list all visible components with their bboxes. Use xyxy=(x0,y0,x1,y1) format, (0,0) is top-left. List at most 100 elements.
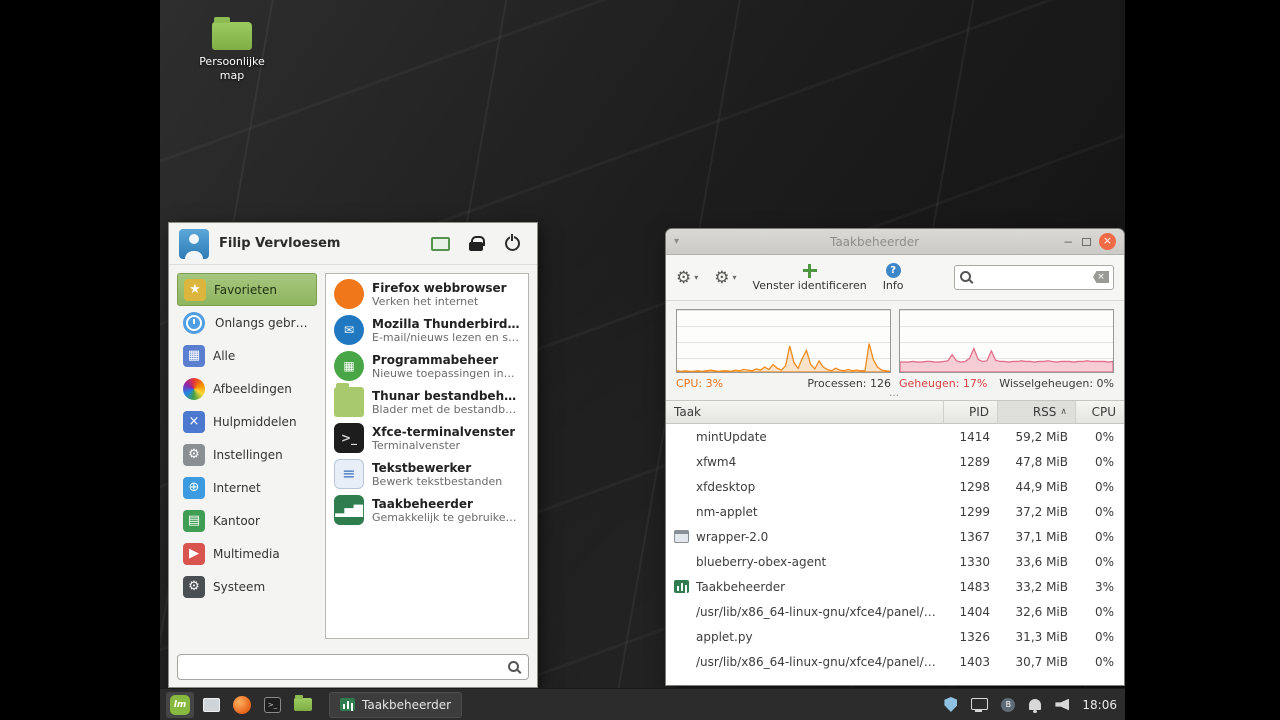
menu-category[interactable]: Onlangs gebruikt xyxy=(177,306,317,339)
process-search: × xyxy=(954,265,1114,290)
notifications-bell-icon[interactable] xyxy=(1029,699,1042,713)
process-row[interactable]: /usr/lib/x86_64-linux-gnu/xfce4/panel/wr… xyxy=(666,599,1124,624)
process-rss: 59,2 MiB xyxy=(1015,429,1068,444)
process-rss: 30,7 MiB xyxy=(1015,654,1068,669)
process-row[interactable]: mintUpdate 1414 59,2 MiB 0% xyxy=(666,424,1124,449)
menu-category[interactable]: ▤ Kantoor xyxy=(177,504,317,537)
maximize-icon xyxy=(1081,237,1091,246)
app-title: Mozilla Thunderbird e-mail/nieu… xyxy=(372,316,520,331)
menu-category[interactable]: × Hulpmiddelen xyxy=(177,405,317,438)
process-name: blueberry-obex-agent xyxy=(696,554,827,569)
process-cpu: 0% xyxy=(1094,479,1114,494)
search-icon xyxy=(960,271,973,284)
process-row[interactable]: xfwm4 1289 47,8 MiB 0% xyxy=(666,449,1124,474)
logout-button[interactable] xyxy=(497,229,527,259)
menu-app-item[interactable]: Thunar bestandbeheerder Blader met de be… xyxy=(328,383,526,420)
menu-category[interactable]: Afbeeldingen xyxy=(177,372,317,405)
menu-category-list: ★ Favorieten Onlangs gebruikt ▦ Alle Afb… xyxy=(177,273,317,639)
menu-category[interactable]: ▦ Alle xyxy=(177,339,317,372)
process-row[interactable]: /usr/lib/x86_64-linux-gnu/xfce4/panel/wr… xyxy=(666,649,1124,674)
column-header-pid[interactable]: PID xyxy=(944,401,998,423)
category-label: Internet xyxy=(213,480,261,495)
show-desktop-button[interactable] xyxy=(199,692,224,718)
titlebar[interactable]: ▾ Taakbeheerder − × xyxy=(666,229,1124,255)
process-rss: 47,8 MiB xyxy=(1015,454,1068,469)
network-icon[interactable] xyxy=(971,697,989,712)
pane-splitter-handle[interactable]: … xyxy=(666,389,1124,400)
desktop-icon-home[interactable]: Persoonlijke map xyxy=(193,17,271,83)
firefox-launcher[interactable] xyxy=(229,692,255,718)
menu-app-item[interactable]: ✉ Mozilla Thunderbird e-mail/nieu… E-mai… xyxy=(328,312,526,348)
app-title: Taakbeheerder xyxy=(372,496,473,511)
app-title: Firefox webbrowser xyxy=(372,280,507,295)
terminal-icon: >_ xyxy=(264,696,281,713)
process-row[interactable]: blueberry-obex-agent 1330 33,6 MiB 0% xyxy=(666,549,1124,574)
app-icon: ▂▅▇ xyxy=(334,495,364,525)
process-row[interactable]: xfdesktop 1298 44,9 MiB 0% xyxy=(666,474,1124,499)
menu-app-list: Firefox webbrowser Verken het internet ✉… xyxy=(325,273,529,639)
process-name: Taakbeheerder xyxy=(696,579,786,594)
bluetooth-icon[interactable]: B xyxy=(1001,697,1016,712)
file-manager-launcher[interactable] xyxy=(290,692,316,718)
process-pid: 1330 xyxy=(959,554,990,569)
process-rss: 31,3 MiB xyxy=(1015,629,1068,644)
menu-category[interactable]: ▶ Multimedia xyxy=(177,537,317,570)
column-header-task[interactable]: Taak xyxy=(666,401,944,423)
settings-display-icon xyxy=(430,236,450,251)
folder-icon xyxy=(294,695,312,711)
menu-button[interactable]: lm xyxy=(166,691,194,718)
process-pid: 1299 xyxy=(959,504,990,519)
menu-app-item[interactable]: ≡ Tekstbewerker Bewerk tekstbestanden xyxy=(328,456,526,492)
taskmanager-icon xyxy=(340,698,355,711)
process-name: nm-applet xyxy=(696,504,758,519)
process-search-input[interactable] xyxy=(954,265,1114,290)
menu-search-input[interactable] xyxy=(177,654,529,680)
close-button[interactable]: × xyxy=(1099,233,1116,250)
app-subtitle: Nieuwe toepassingen installeren xyxy=(372,366,520,380)
user-avatar[interactable] xyxy=(179,228,209,259)
process-row[interactable]: wrapper-2.0 1367 37,1 MiB 0% xyxy=(666,524,1124,549)
menu-app-item[interactable]: >_ Xfce-terminalvenster Terminalvenster xyxy=(328,420,526,456)
screen: Persoonlijke map Filip Vervloesem ★ Favo… xyxy=(0,0,1280,720)
process-row[interactable]: applet.py 1326 31,3 MiB 0% xyxy=(666,624,1124,649)
cpu-usage-label: CPU: 3% xyxy=(676,377,724,390)
maximize-button[interactable] xyxy=(1077,235,1095,249)
process-row[interactable]: Taakbeheerder 1483 33,2 MiB 3% xyxy=(666,574,1124,599)
menu-category[interactable]: ⚙ Systeem xyxy=(177,570,317,603)
menu-app-item[interactable]: ▦ Programmabeheer Nieuwe toepassingen in… xyxy=(328,348,526,384)
menu-category[interactable]: ⊕ Internet xyxy=(177,471,317,504)
column-header-rss[interactable]: RSS ∧ xyxy=(998,401,1076,423)
menu-app-item[interactable]: Firefox webbrowser Verken het internet xyxy=(328,276,526,312)
user-name: Filip Vervloesem xyxy=(219,236,341,251)
info-button[interactable]: ? Info xyxy=(883,263,904,292)
settings-menu-button[interactable]: ⚙ ▾ xyxy=(676,268,698,288)
process-row[interactable]: nm-applet 1299 37,2 MiB 0% xyxy=(666,499,1124,524)
app-subtitle: E-mail/nieuws lezen en schrijven m… xyxy=(372,330,520,344)
app-icon: >_ xyxy=(334,423,364,453)
window-button-taskmanager[interactable]: Taakbeheerder xyxy=(329,691,463,718)
menu-category[interactable]: ⚙ Instellingen xyxy=(177,438,317,471)
column-header-cpu[interactable]: CPU xyxy=(1076,401,1124,423)
volume-icon[interactable] xyxy=(1055,698,1070,711)
power-icon xyxy=(504,234,520,251)
minimize-button[interactable]: − xyxy=(1059,235,1077,249)
process-rss: 44,9 MiB xyxy=(1015,479,1068,494)
settings-button[interactable] xyxy=(425,229,455,259)
window-title: Taakbeheerder xyxy=(829,234,920,249)
update-shield-icon[interactable] xyxy=(944,697,958,712)
taskmanager-toolbar: ⚙ ▾ ⚙ ▾ Venster identificeren ? Info × xyxy=(666,255,1124,301)
menu-category[interactable]: ★ Favorieten xyxy=(177,273,317,306)
cpu-graph xyxy=(676,309,891,373)
menu-app-item[interactable]: ▂▅▇ Taakbeheerder Gemakkelijk te gebruik… xyxy=(328,492,526,528)
clock[interactable]: 18:06 xyxy=(1082,698,1117,712)
lock-screen-button[interactable] xyxy=(461,229,491,259)
process-pid: 1483 xyxy=(959,579,990,594)
search-icon xyxy=(508,661,521,674)
terminal-launcher[interactable]: >_ xyxy=(260,692,285,718)
usage-graphs xyxy=(666,301,1124,375)
identify-window-button[interactable]: Venster identificeren xyxy=(753,263,867,292)
shade-icon[interactable]: ▾ xyxy=(674,236,690,247)
category-icon: ⊕ xyxy=(183,476,205,499)
app-title: Tekstbewerker xyxy=(372,460,472,475)
filter-menu-button[interactable]: ⚙ ▾ xyxy=(714,268,736,288)
